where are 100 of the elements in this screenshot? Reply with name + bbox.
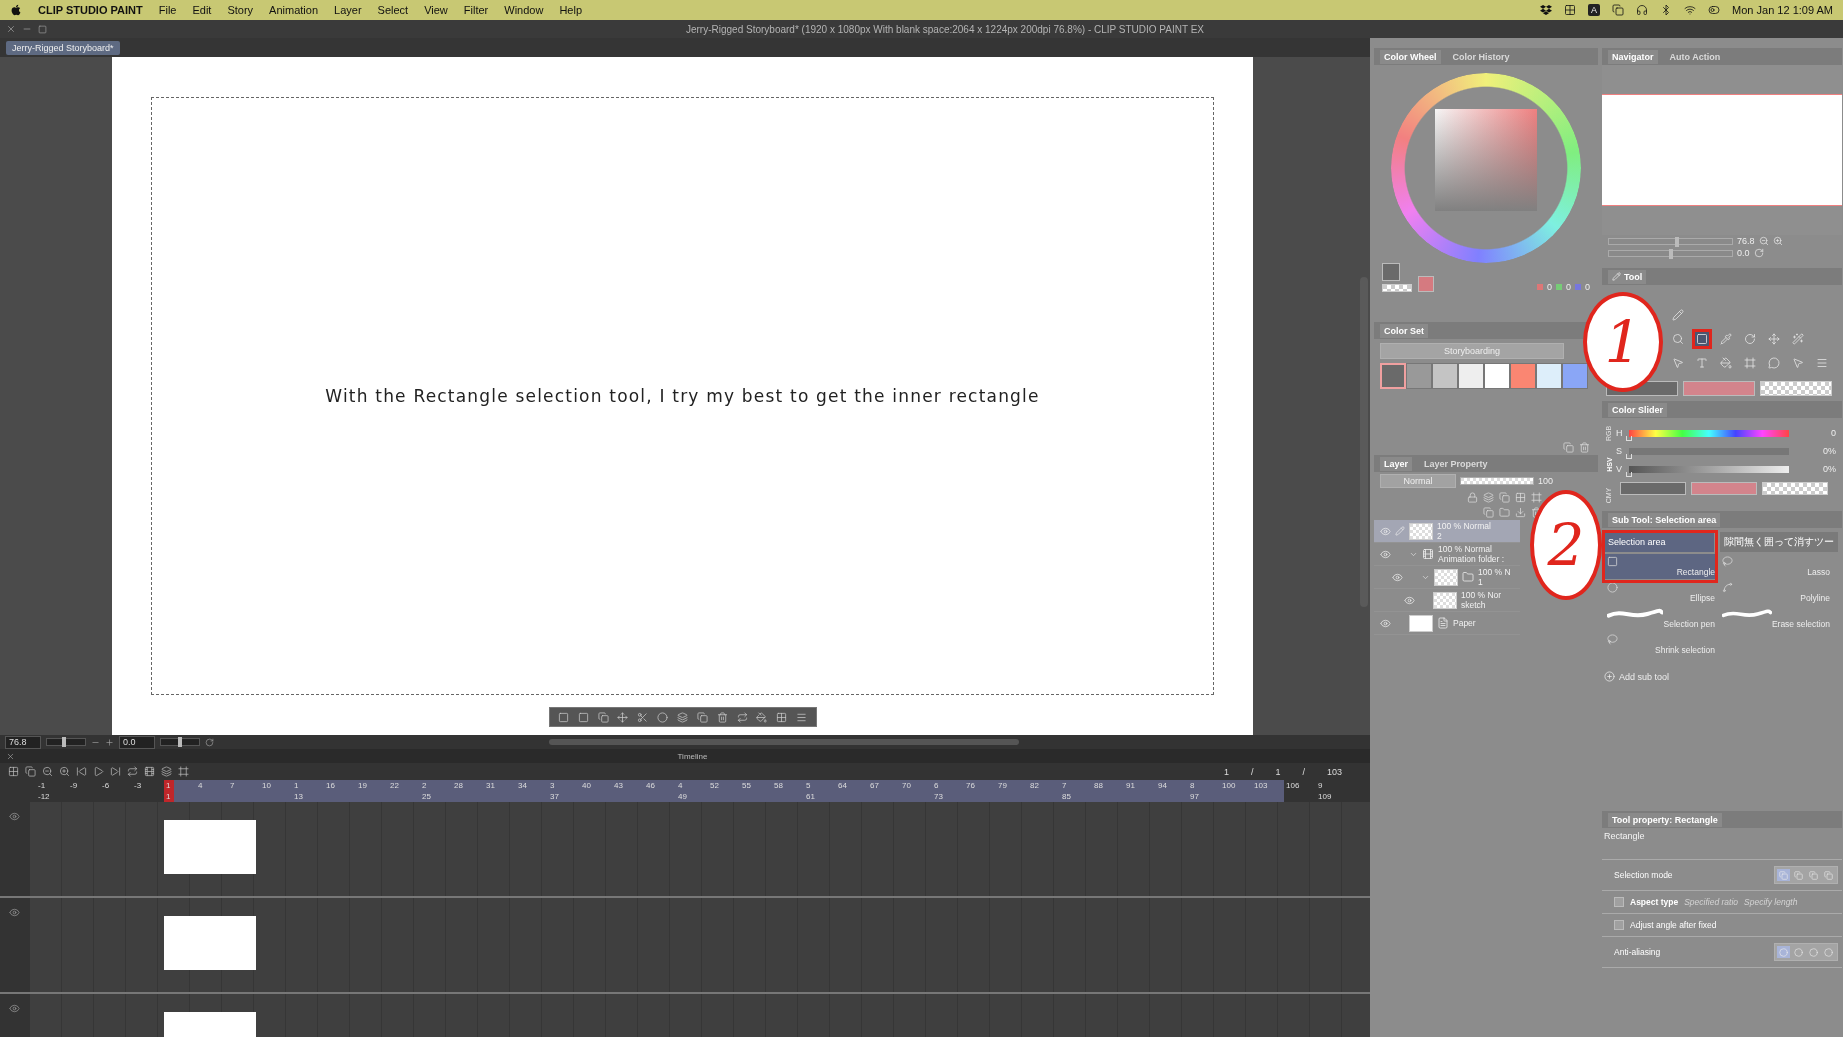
toolbar-icon[interactable] [557,711,569,723]
rotation-slider[interactable] [1608,249,1733,257]
scrollbar[interactable] [549,739,1019,745]
panel-tab[interactable]: Color Wheel [1380,49,1441,64]
menu-item[interactable]: Filter [463,4,489,16]
angle-slider[interactable] [160,738,200,746]
toolbar-icon[interactable] [597,711,609,723]
layer-row[interactable]: 100 % N 1 [1374,566,1520,589]
window-icon[interactable] [1612,4,1625,16]
timeline-tool-icon[interactable] [76,766,87,777]
add-sub-tool-button[interactable]: Add sub tool [1604,671,1840,682]
zoom-in-icon[interactable] [105,737,114,747]
color-swatch[interactable] [1562,363,1588,389]
saturation-square[interactable] [1435,109,1537,211]
menu-item[interactable]: View [424,4,448,16]
eye-icon[interactable] [1380,548,1391,560]
panel-tab[interactable]: Auto Action [1665,49,1725,64]
transparent-swatch[interactable] [1760,381,1832,396]
panel-tab[interactable]: Navigator [1608,49,1658,64]
transparent-swatch[interactable] [1762,482,1828,495]
zoom-field[interactable]: 76.8 [5,735,41,749]
close-icon[interactable] [6,751,15,761]
sub-tool-item[interactable]: Selection pen [1604,606,1718,631]
color-swatch[interactable] [1510,363,1536,389]
toolbar-icon[interactable] [796,711,808,723]
timeline-tool-icon[interactable] [59,766,70,777]
color-swatch[interactable] [1380,363,1406,389]
layer-tool-icon[interactable] [1467,492,1478,503]
timeline-tool-icon[interactable] [144,766,155,777]
menu-item[interactable]: Help [559,4,582,16]
layer-row[interactable]: 100 % Normal 2 [1374,520,1520,543]
layer-tool-icon[interactable] [1483,492,1494,503]
timeline-tool-icon[interactable] [8,766,19,777]
zoom-in-icon[interactable] [1772,236,1783,246]
layer-tool-icon[interactable] [1531,492,1542,503]
layer-row[interactable]: 100 % Normal Animation folder : [1374,543,1520,566]
menu-item[interactable]: Animation [269,4,319,16]
close-icon[interactable] [6,24,16,34]
eye-icon[interactable] [1380,525,1391,537]
app-menu[interactable]: CLIP STUDIO PAINT [38,4,143,16]
toolbar-icon[interactable] [677,711,688,723]
eye-icon[interactable] [9,811,20,822]
frame-thumbnail[interactable] [164,916,256,970]
sub-tool-item[interactable]: Rectangle [1604,554,1718,579]
color-set-dropdown[interactable]: Storyboarding [1380,343,1564,359]
color-swatch[interactable] [1484,363,1510,389]
timeline-tool-icon[interactable] [161,766,172,777]
menu-item[interactable]: Edit [192,4,212,16]
frame-thumbnail[interactable] [164,820,256,874]
opacity-slider[interactable] [1460,477,1534,485]
toolbar-icon[interactable] [637,711,649,723]
eye-icon[interactable] [9,1003,20,1014]
panel-tab[interactable]: Layer Property [1420,456,1492,471]
angle-field[interactable]: 0.0 [119,735,155,749]
clock[interactable]: Mon Jan 12 1:09 AM [1732,4,1833,16]
panel-tab[interactable]: Color History [1448,49,1514,64]
timeline-tool-icon[interactable] [25,766,36,777]
toolbar-icon[interactable] [736,711,748,723]
rotate-icon[interactable] [205,737,214,747]
checkbox[interactable] [1614,920,1624,930]
zoom-out-icon[interactable] [1758,236,1769,246]
layer-row[interactable]: Paper [1374,612,1520,635]
sub-color-swatch[interactable] [1683,381,1755,396]
selection-mode-selector[interactable] [1774,866,1838,884]
input-source-indicator[interactable]: A [1588,4,1601,16]
timeline-tool-icon[interactable] [127,766,138,777]
control-center-icon[interactable] [1708,4,1721,16]
tool-button[interactable] [1692,329,1712,349]
color-swatch[interactable] [1432,363,1458,389]
layer-tool-icon[interactable] [1499,492,1510,503]
new-icon[interactable] [1563,442,1574,453]
anti-aliasing-selector[interactable] [1774,943,1838,961]
timeline-tool-icon[interactable] [178,766,189,777]
document-tab[interactable]: Jerry-Rigged Storyboard* [6,40,120,55]
color-swatch[interactable] [1406,363,1432,389]
color-swatch[interactable] [1536,363,1562,389]
main-color-swatch[interactable] [1620,482,1686,495]
toolbar-icon[interactable] [756,711,768,723]
menu-item[interactable]: Window [504,4,544,16]
toolbar-icon[interactable] [716,711,728,723]
toolbar-icon[interactable] [657,711,669,723]
timeline-tool-icon[interactable] [110,766,121,777]
toolbar-icon[interactable] [617,711,629,723]
eye-icon[interactable] [1380,617,1391,629]
menu-item[interactable]: Layer [334,4,362,16]
toolbar-icon[interactable] [577,711,589,723]
eye-icon[interactable] [9,907,20,918]
sub-color-swatch[interactable] [1691,482,1757,495]
sub-tool-group-tab[interactable]: 隙間無く囲って消すツー [1720,532,1838,552]
maximize-icon[interactable] [38,24,47,34]
layer-tool-icon[interactable] [1515,492,1526,503]
menu-item[interactable]: Select [377,4,409,16]
eye-icon[interactable] [1392,571,1403,583]
color-swatch[interactable] [1458,363,1484,389]
sub-tool-item[interactable]: Polyline [1719,580,1833,605]
blend-mode-dropdown[interactable]: Normal [1380,474,1456,488]
eye-icon[interactable] [1404,594,1415,606]
zoom-slider[interactable] [46,738,86,746]
delete-icon[interactable] [1579,442,1590,453]
layer-action-icon[interactable] [1515,507,1526,518]
